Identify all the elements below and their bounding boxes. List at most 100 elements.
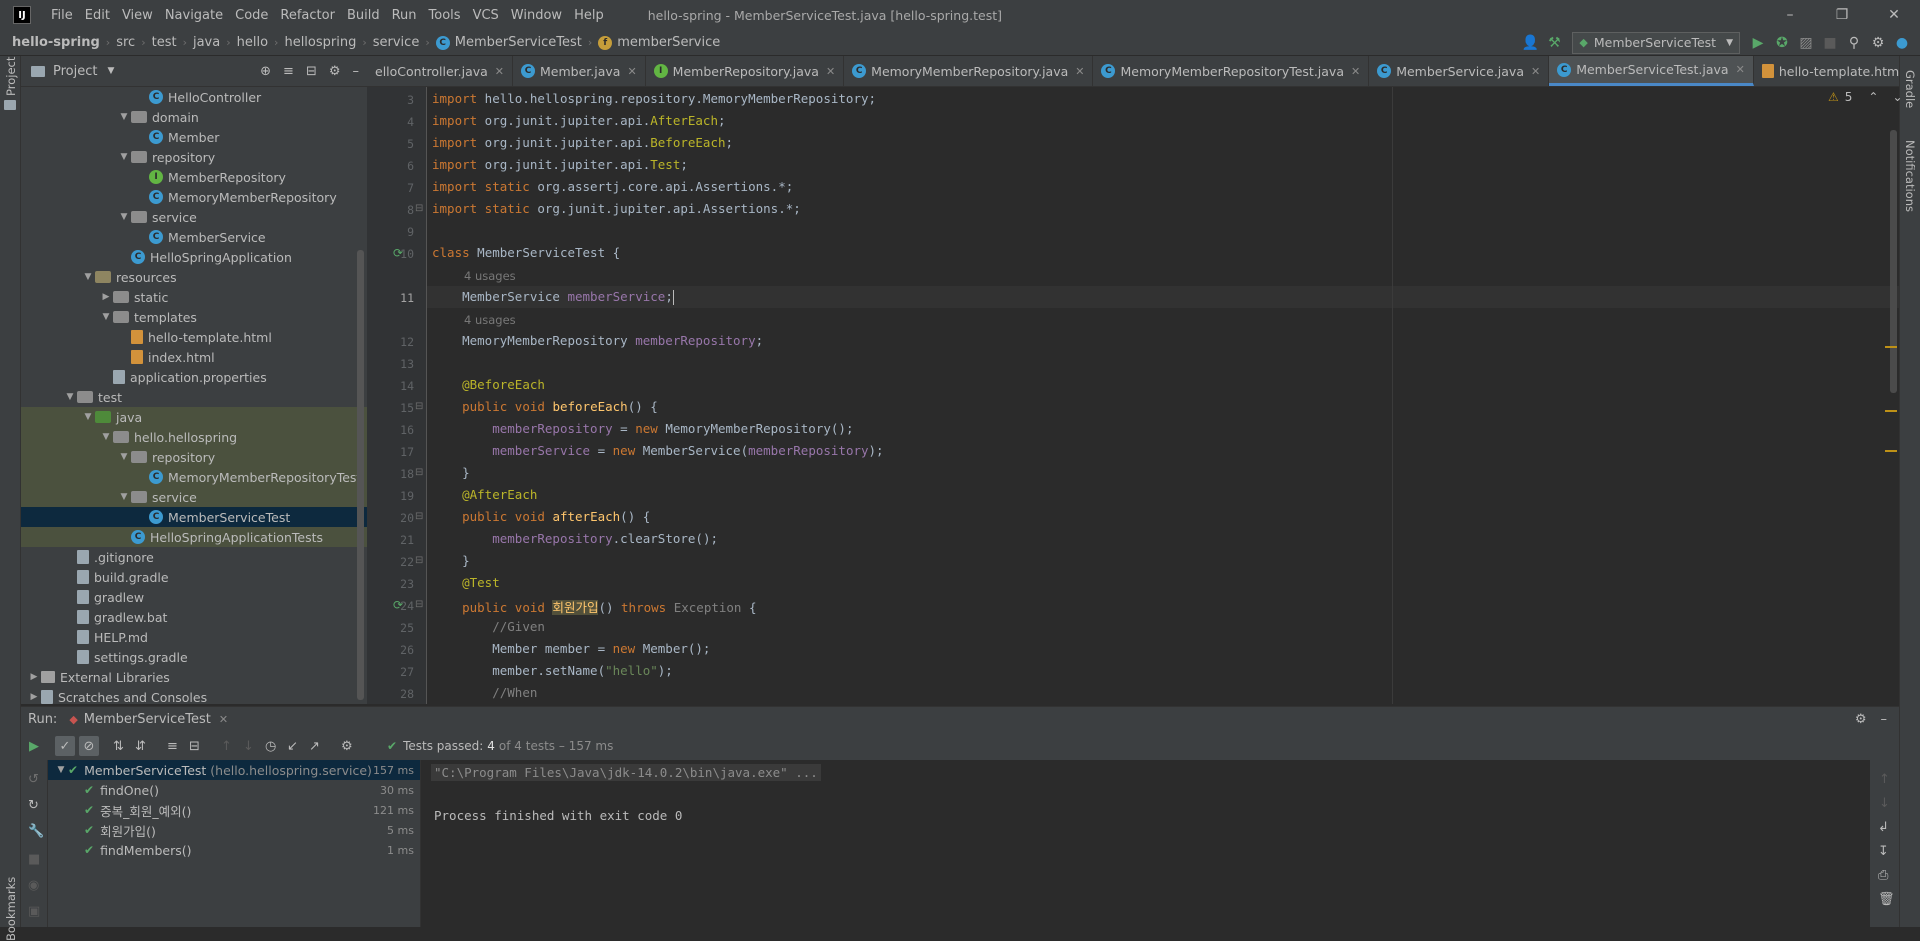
soft-wrap-icon[interactable]: ↲ [1878, 820, 1889, 835]
editor-tab[interactable]: elloController.java ✕ [367, 56, 514, 86]
tree-item[interactable]: HELP.md [21, 627, 367, 647]
breadcrumb-item[interactable]: service [373, 35, 420, 50]
fold-icon[interactable]: ⊟ [415, 555, 423, 566]
tree-item[interactable]: ▶ static [21, 287, 367, 307]
run-gutter-icon[interactable]: ⟳ [393, 246, 403, 260]
scroll-down-icon[interactable]: ↓ [1879, 796, 1890, 811]
import-tests-icon[interactable]: ↙ [287, 739, 309, 754]
chevron-down-icon[interactable]: ▼ [117, 152, 131, 162]
close-icon[interactable]: ✕ [495, 65, 504, 78]
tree-item[interactable]: ▼ domain [21, 107, 367, 127]
bookmarks-tool-tab[interactable]: Bookmarks [4, 877, 18, 941]
test-node[interactable]: ✔ 회원가입() 5 ms [48, 820, 420, 840]
tree-item[interactable]: I MemberRepository [21, 167, 367, 187]
chevron-down-icon[interactable]: ▼ [63, 392, 77, 402]
menu-help[interactable]: Help [568, 8, 610, 23]
settings-gear-icon[interactable]: ⚙ [341, 739, 363, 754]
menu-refactor[interactable]: Refactor [274, 8, 341, 23]
breadcrumb-item[interactable]: hello [237, 35, 268, 50]
warning-marker[interactable] [1885, 346, 1897, 348]
editor-tab[interactable]: C MemberService.java ✕ [1369, 56, 1550, 86]
restore-layout-icon[interactable]: ↻ [28, 798, 39, 813]
sort-alpha-icon[interactable]: ⇅ [113, 739, 135, 754]
project-tool-icon[interactable] [4, 100, 16, 110]
usage-hint[interactable]: 4 usages [464, 269, 516, 283]
tree-item[interactable]: ▶ External Libraries [21, 667, 367, 687]
tree-item[interactable]: .gitignore [21, 547, 367, 567]
test-node[interactable]: ✔ findOne() 30 ms [48, 780, 420, 800]
menu-edit[interactable]: Edit [79, 8, 116, 23]
test-node[interactable]: ✔ 중복_회원_예외() 121 ms [48, 800, 420, 820]
usage-hint[interactable]: 4 usages [464, 313, 516, 327]
warning-marker[interactable] [1885, 410, 1897, 412]
export-tests-icon[interactable]: ↗ [309, 739, 331, 754]
close-icon[interactable]: ✕ [1868, 0, 1920, 30]
chevron-down-icon[interactable]: ⌄ [1892, 90, 1902, 104]
fold-icon[interactable]: ⊟ [415, 599, 423, 610]
history-clock-icon[interactable]: ◷ [265, 739, 287, 754]
stop-icon[interactable]: ■ [1818, 32, 1842, 54]
inspection-widget[interactable]: ⚠ 5 ⌃ ⌄ [1828, 90, 1903, 104]
menu-navigate[interactable]: Navigate [159, 8, 229, 23]
tree-item[interactable]: C HelloSpringApplicationTests [21, 527, 367, 547]
breadcrumb-item[interactable]: test [152, 35, 177, 50]
warning-marker[interactable] [1885, 450, 1897, 452]
chevron-down-icon[interactable]: ▼ [99, 312, 113, 322]
breadcrumb-item[interactable]: src [116, 35, 135, 50]
next-failed-icon[interactable]: ↓ [243, 739, 265, 754]
tree-item[interactable]: C HelloSpringApplication [21, 247, 367, 267]
run-icon[interactable]: ▶ [1746, 32, 1770, 54]
tree-item[interactable]: gradlew.bat [21, 607, 367, 627]
test-node[interactable]: ✔ findMembers() 1 ms [48, 840, 420, 860]
fold-icon[interactable]: ⊟ [415, 467, 423, 478]
run-gutter-icon[interactable]: ⟳ [393, 598, 403, 612]
collapse-all-icon[interactable]: ⊟ [306, 64, 317, 79]
debug-icon[interactable]: ✪ [1770, 32, 1794, 54]
tree-item[interactable]: C MemberService [21, 227, 367, 247]
fold-icon[interactable]: ⊟ [415, 401, 423, 412]
editor-tab[interactable]: C MemoryMemberRepository.java ✕ [844, 56, 1094, 86]
tree-item[interactable]: C Member [21, 127, 367, 147]
wrench-icon[interactable]: 🔧 [28, 824, 44, 839]
expand-all-icon[interactable]: ≡ [283, 64, 294, 79]
project-view-select[interactable]: Project [53, 64, 97, 79]
fold-icon[interactable]: ⊟ [415, 511, 423, 522]
run-config-select[interactable]: ◆ MemberServiceTest ▼ [1572, 31, 1740, 54]
tree-item[interactable]: application.properties [21, 367, 367, 387]
tree-item[interactable]: settings.gradle [21, 647, 367, 667]
scroll-to-end-icon[interactable]: ↧ [1878, 844, 1889, 859]
tree-item[interactable]: ▶ Scratches and Consoles [21, 687, 367, 704]
editor-scrollbar[interactable] [1890, 130, 1897, 393]
camera-icon[interactable]: ◉ [28, 878, 39, 893]
tree-item[interactable]: ▼ test [21, 387, 367, 407]
chevron-down-icon[interactable]: ▼ [117, 452, 131, 462]
menu-view[interactable]: View [116, 8, 159, 23]
close-icon[interactable]: ✕ [627, 65, 636, 78]
chevron-down-icon[interactable]: ▼ [81, 272, 95, 282]
close-icon[interactable]: ✕ [1736, 63, 1745, 76]
tree-item[interactable]: ▼ repository [21, 447, 367, 467]
menu-run[interactable]: Run [386, 8, 423, 23]
editor-tab[interactable]: C Member.java ✕ [513, 56, 646, 86]
stop-icon[interactable]: ■ [28, 852, 40, 867]
pin-icon[interactable]: ↺ [28, 772, 39, 787]
close-icon[interactable]: ✕ [1531, 65, 1540, 78]
scroll-up-icon[interactable]: ↑ [1879, 772, 1890, 787]
menu-code[interactable]: Code [229, 8, 274, 23]
editor-tab[interactable]: C MemberServiceTest.java ✕ [1549, 56, 1754, 86]
hide-panel-icon[interactable]: – [353, 64, 360, 79]
menu-build[interactable]: Build [341, 8, 386, 23]
chevron-down-icon[interactable]: ▼ [117, 212, 131, 222]
test-node[interactable]: ▼ ✔ MemberServiceTest (hello.hellospring.se… [48, 760, 420, 780]
show-ignored-toggle-icon[interactable]: ⊘ [79, 736, 99, 756]
user-icon[interactable]: 👤 [1518, 32, 1542, 54]
tree-item[interactable]: build.gradle [21, 567, 367, 587]
run-console[interactable]: "C:\Program Files\Java\jdk-14.0.2\bin\ja… [420, 760, 1870, 927]
tree-item[interactable]: hello-template.html [21, 327, 367, 347]
project-tool-tab[interactable]: Project [4, 57, 18, 96]
minimize-icon[interactable]: – [1764, 0, 1816, 30]
print-icon[interactable]: ⎙ [1878, 868, 1888, 883]
expand-all-icon[interactable]: ≡ [167, 739, 189, 754]
editor-tab[interactable]: C MemoryMemberRepositoryTest.java ✕ [1093, 56, 1370, 86]
tree-item[interactable]: C HelloController [21, 87, 367, 107]
